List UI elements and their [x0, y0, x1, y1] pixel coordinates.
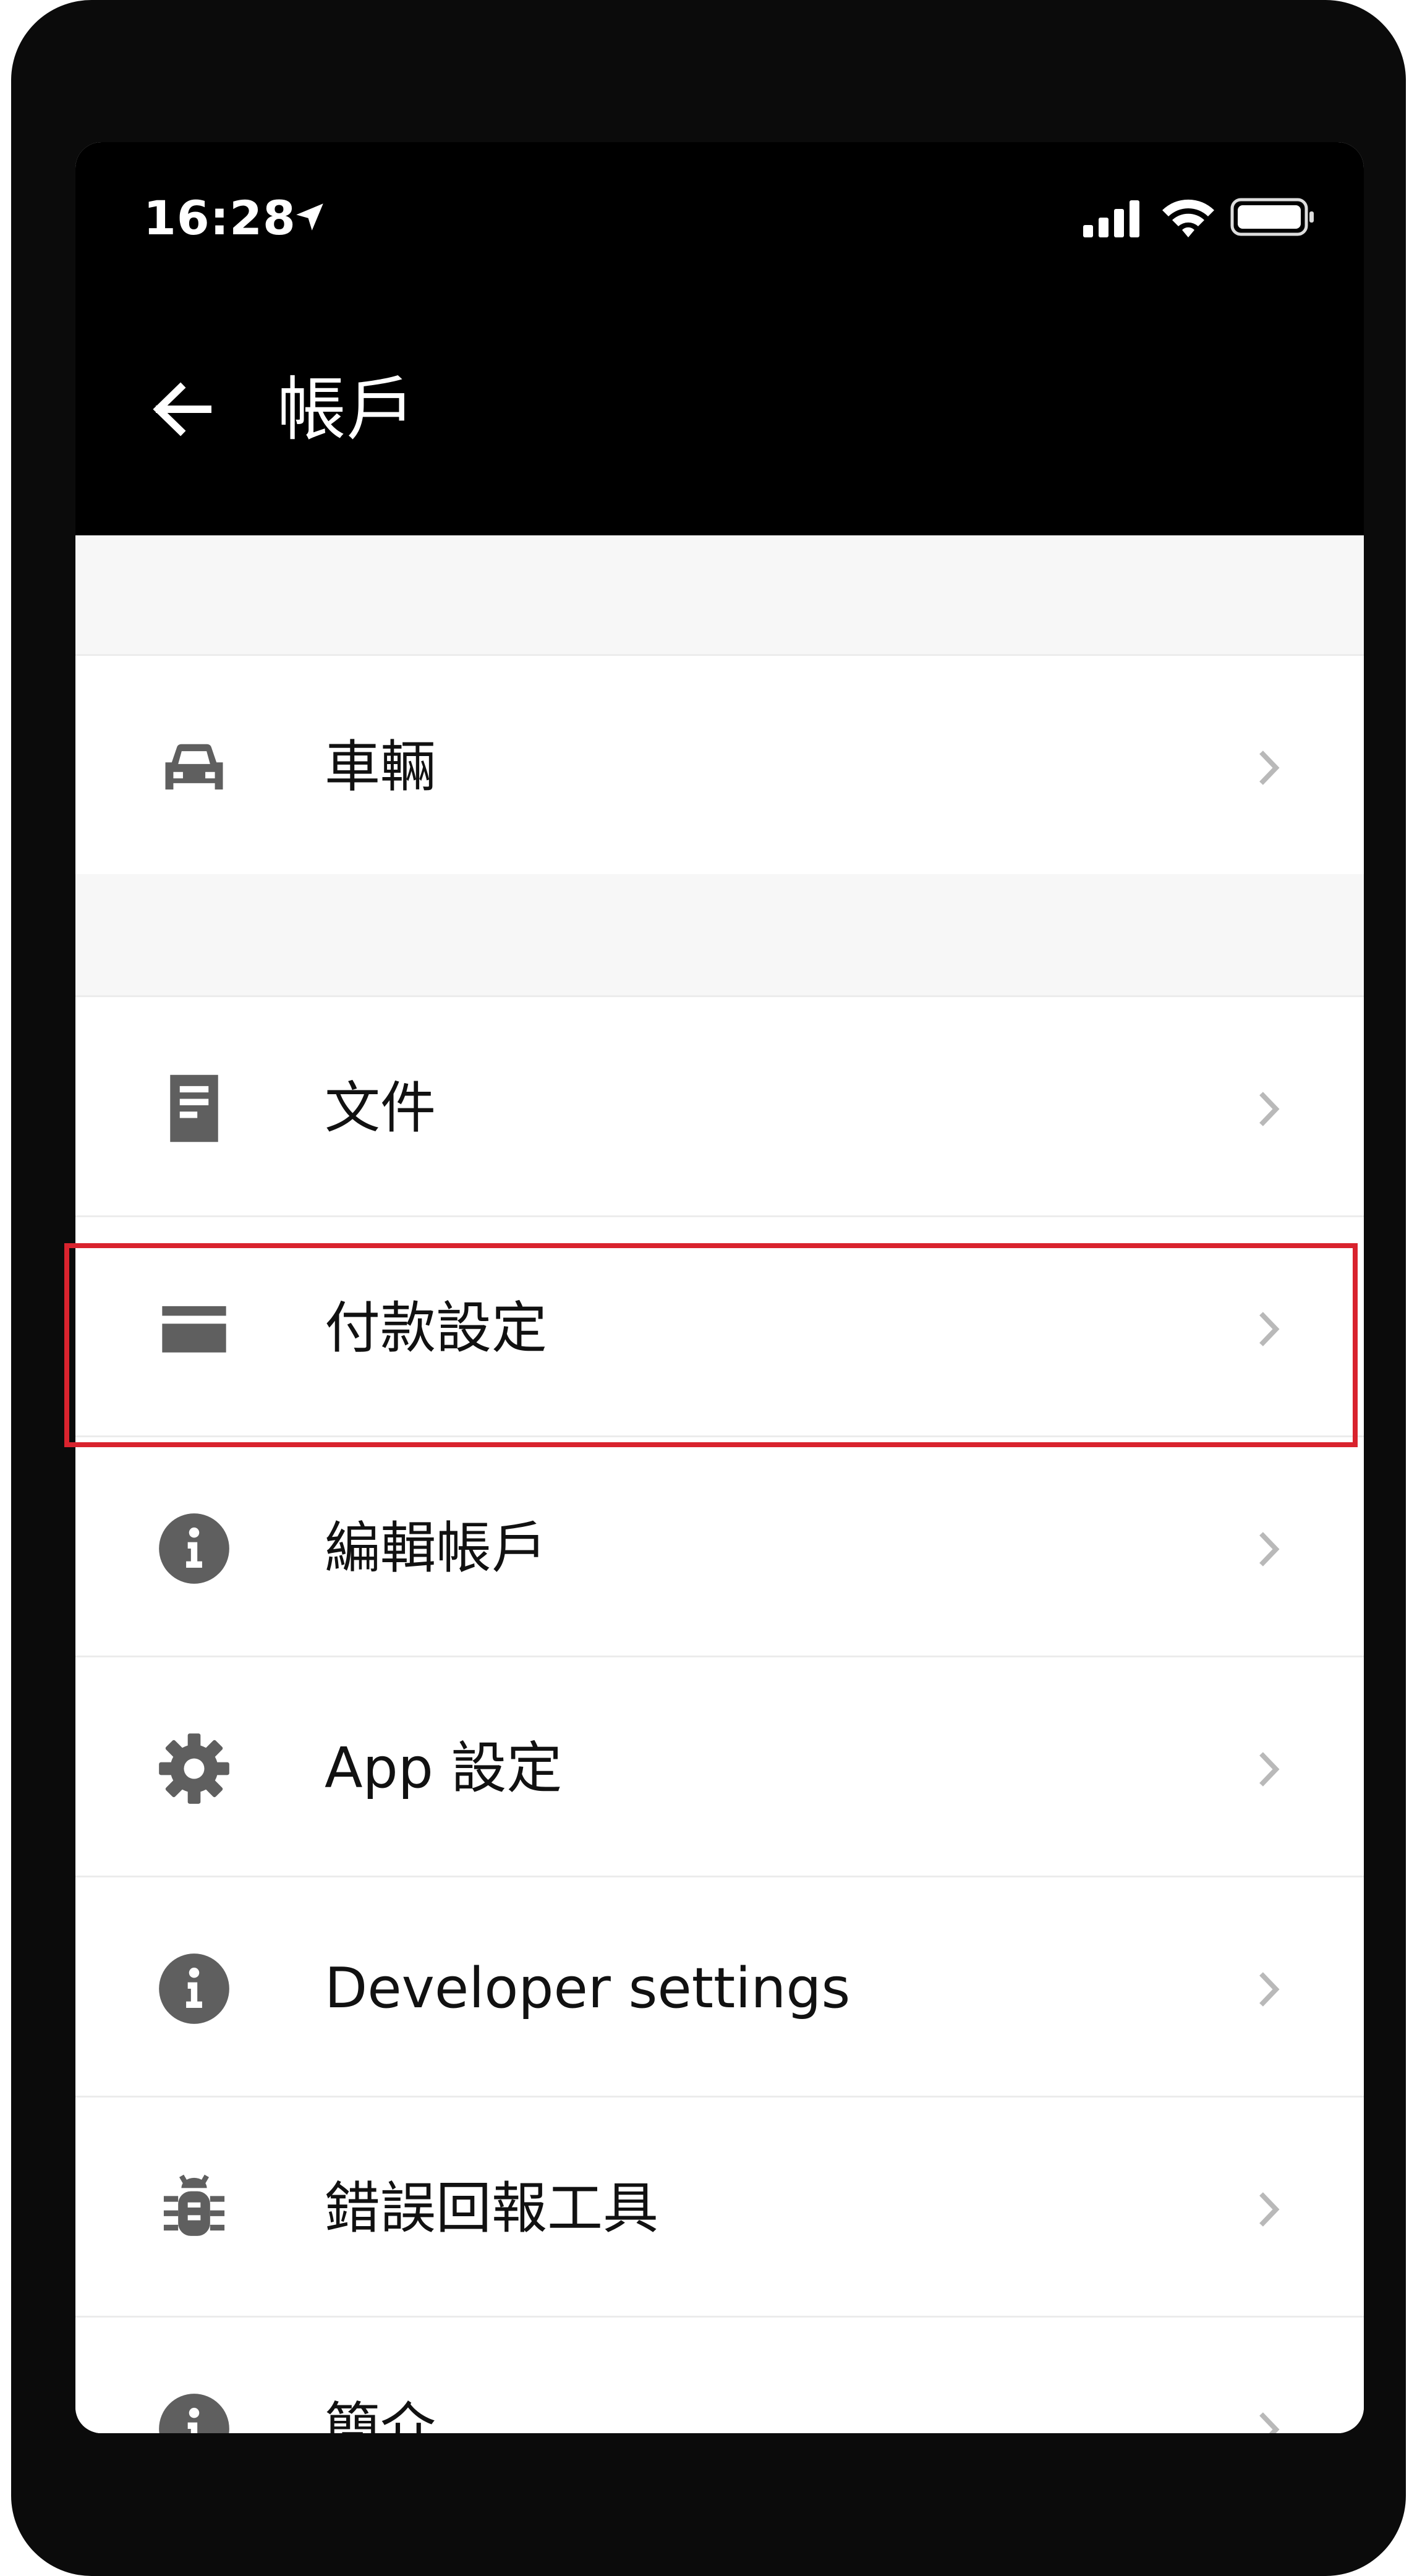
menu-item-payment-settings[interactable]: 付款設定 — [75, 1215, 1364, 1435]
page-title: 帳戶 — [277, 370, 415, 450]
menu-item-label: 付款設定 — [325, 1296, 547, 1361]
cellular-signal-icon — [1083, 200, 1139, 237]
menu-item-label: App 設定 — [325, 1736, 563, 1801]
phone-screen: 16:28 帳戶 車輛 文件 付款設定 編輯帳戶 App 設定 Develope… — [75, 142, 1364, 2433]
info-icon — [159, 1953, 229, 2024]
menu-item-label: 車輛 — [325, 734, 436, 799]
wifi-icon — [1162, 199, 1214, 237]
back-button[interactable] — [150, 377, 214, 441]
section-spacer — [75, 874, 1364, 995]
arrow-left-icon — [153, 382, 211, 436]
menu-item-label: 錯誤回報工具 — [325, 2176, 658, 2241]
car-icon — [165, 744, 223, 790]
menu-item-label: 編輯帳戶 — [325, 1516, 547, 1581]
status-bar: 16:28 — [75, 142, 1364, 291]
chevron-right-icon — [1259, 1752, 1280, 1787]
info-icon — [159, 1513, 229, 1584]
credit-card-icon — [162, 1306, 226, 1353]
chevron-right-icon — [1259, 2412, 1280, 2433]
menu-item-developer-settings[interactable]: Developer settings — [75, 1876, 1364, 2096]
status-time: 16:28 — [143, 190, 296, 245]
menu-item-vehicles[interactable]: 車輛 — [75, 654, 1364, 874]
document-icon — [170, 1074, 218, 1142]
chevron-right-icon — [1259, 1972, 1280, 2007]
chevron-right-icon — [1259, 1092, 1280, 1126]
menu-item-app-settings[interactable]: App 設定 — [75, 1656, 1364, 1876]
menu-item-label: 文件 — [325, 1076, 436, 1141]
gear-icon — [159, 1733, 229, 1804]
menu-item-bug-report-tool[interactable]: 錯誤回報工具 — [75, 2096, 1364, 2316]
location-arrow-icon — [296, 203, 323, 231]
app-bar: 帳戶 — [75, 291, 1364, 535]
menu-item-edit-account[interactable]: 編輯帳戶 — [75, 1435, 1364, 1656]
info-icon — [159, 2394, 229, 2433]
menu-item-label: Developer settings — [325, 1956, 851, 2021]
chevron-right-icon — [1259, 750, 1280, 785]
chevron-right-icon — [1259, 1312, 1280, 1346]
phone-frame: 16:28 帳戶 車輛 文件 付款設定 編輯帳戶 App 設定 Develope… — [11, 0, 1406, 2576]
menu-item-label: 簡介 — [325, 2396, 436, 2434]
menu-item-about[interactable]: 簡介 — [75, 2316, 1364, 2433]
chevron-right-icon — [1259, 1532, 1280, 1566]
bug-icon — [163, 2174, 225, 2236]
section-spacer — [75, 535, 1364, 654]
menu-item-documents[interactable]: 文件 — [75, 995, 1364, 1215]
battery-icon — [1230, 198, 1314, 236]
chevron-right-icon — [1259, 2192, 1280, 2227]
